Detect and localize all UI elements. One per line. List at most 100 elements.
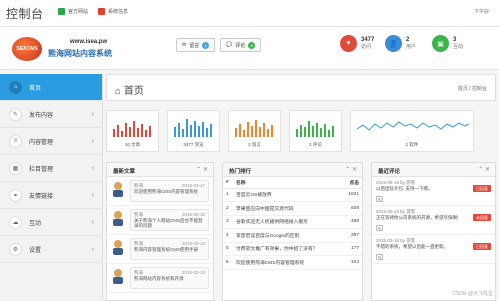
heart-icon: ♥: [340, 35, 357, 52]
list-item[interactable]: 熊海 2015-03-15 熊海网站内容系统和开源: [107, 264, 213, 293]
tile-messages[interactable]: 2 留言: [228, 110, 281, 152]
stat-interactions[interactable]: ▣ 3 互动: [432, 35, 463, 52]
sidebar-item-interaction[interactable]: ☁ 互动 ›: [0, 209, 102, 236]
avatar: [113, 182, 123, 197]
greeting: 下午好: [473, 9, 489, 15]
table-row[interactable]: 4 李彦宏谈百度与Google的区别 397: [223, 228, 362, 243]
stat-visits[interactable]: ♥ 3477 访问: [340, 35, 374, 52]
tile-articles[interactable]: 10 文章: [106, 110, 159, 152]
panel-title: 最新文章: [113, 169, 136, 175]
sidebar-item-publish[interactable]: ✎ 发布内容 ›: [0, 101, 102, 128]
list-item[interactable]: 熊海 2015-03-16 关于熊海个人网站CMS后台不能登录的问题: [107, 206, 213, 235]
envelope-icon: ✉: [182, 42, 187, 48]
sidebar-item-content[interactable]: ≡ 内容管理 ›: [0, 128, 102, 155]
list-item[interactable]: 熊海 2015-03-17 欢迎使用熊海CMS内容管理系统: [107, 177, 213, 206]
site-name: 熊海网站内容系统: [48, 49, 112, 58]
table-row[interactable]: 6 欢迎使用熊海CMS内容管理系统 104: [223, 255, 362, 270]
comments-count: 6: [248, 41, 256, 49]
edit-icon[interactable]: ✎: [376, 196, 383, 202]
official-site-label: 官方网站: [68, 9, 89, 15]
sidebar-item-columns[interactable]: ▦ 栏目管理 ›: [0, 155, 102, 182]
link-icon: ⚭: [9, 188, 22, 202]
panel-title: 热门排行: [229, 169, 252, 175]
official-site-link[interactable]: 官方网站: [58, 8, 88, 15]
mini-bar-chart: [296, 121, 334, 137]
article-bubble: 熊海 2015-03-16 关于熊海个人网站CMS后台不能登录的问题: [130, 209, 209, 231]
chevron-right-icon: ›: [91, 137, 94, 145]
page-header: ⌂ 首页 首页 / 控制台: [106, 74, 496, 101]
comment-item[interactable]: 2015-03-19 by 游客 正在等待你公司系统的开源，希望尽快啊! ✎ 未…: [372, 206, 495, 235]
chevron-right-icon: ›: [91, 245, 94, 253]
chevron-right-icon: ›: [91, 191, 94, 199]
table-row[interactable]: 1 百度云OS被放弃 1031: [223, 188, 362, 202]
comment-icon: 💬: [226, 42, 233, 48]
breadcrumb[interactable]: 首页 / 控制台: [458, 85, 487, 92]
messages-button[interactable]: ✉ 留言 1: [176, 38, 216, 52]
site-logo[interactable]: SEACMS: [12, 37, 42, 61]
tile-views[interactable]: 3477 浏览: [167, 110, 220, 152]
stat-tiles: 10 文章 3477 浏览 2 留言 2 评论 1 软件: [106, 110, 499, 156]
status-badge: 已回复: [473, 243, 491, 250]
latest-articles-panel: 最新文章 ⌃ ✕ 熊海 2015-03-17 欢迎使用熊海CMS内容管理系统 熊海…: [106, 162, 214, 301]
watermark: CSDN @大飞先生: [452, 291, 493, 297]
comment-item[interactable]: 2015-03-19 by 游客 不错的系统，希望以后能一直更新。 ✎ 已回复: [372, 235, 495, 264]
chevron-right-icon: ›: [91, 164, 94, 172]
chat-icon: ☁: [9, 215, 22, 229]
site-url: www.isea.pw: [70, 39, 108, 45]
status-badge: 已回复: [473, 185, 491, 192]
article-bubble: 熊海 2015-03-17 欢迎使用熊海CMS内容管理系统: [130, 180, 209, 202]
pencil-icon: ✎: [9, 107, 22, 121]
panel-title: 最近评论: [378, 169, 401, 175]
chat-icon: ▣: [432, 35, 449, 52]
avatar: [113, 211, 123, 226]
gear-icon: ⚙: [9, 242, 22, 256]
sidebar-item-links[interactable]: ⚭ 友情链接 ›: [0, 182, 102, 209]
system-info-label: 系统信息: [108, 9, 129, 15]
home-icon: ⌂: [9, 80, 22, 94]
page-title: ⌂ 首页: [115, 86, 144, 97]
panel-header: 最新文章 ⌃ ✕: [107, 163, 213, 177]
collapse-icon[interactable]: ⌃ ✕: [196, 166, 208, 173]
top-bar: 控制台 官方网站 系统信息 下午好: [0, 0, 499, 27]
info-icon: [98, 8, 105, 15]
tile-software[interactable]: 1 软件: [350, 110, 474, 152]
main-content: ⌂ 首页 首页 / 控制台 10 文章 3477 浏览 2 留言 2 评论 1 …: [106, 74, 499, 301]
hot-table: # 名称 点击 1 百度云OS被放弃 1031 2 苹果回应向中国提交源代码 609 3…: [223, 177, 362, 270]
console-title: 控制台: [6, 7, 44, 21]
collapse-icon[interactable]: ⌃ ✕: [478, 166, 490, 173]
collapse-icon[interactable]: ⌃ ✕: [345, 166, 357, 173]
chevron-right-icon: ›: [91, 110, 94, 118]
edit-icon[interactable]: ✎: [376, 225, 383, 231]
mini-bar-chart: [174, 119, 212, 137]
panel-header: 热门排行 ⌃ ✕: [223, 163, 362, 177]
mini-bar-chart: [235, 120, 273, 137]
hot-ranking-panel: 热门排行 ⌃ ✕ # 名称 点击 1 百度云OS被放弃 1031 2 苹果回应向中国提…: [222, 162, 363, 301]
recent-comments-panel: 最近评论 ⌃ ✕ 2015-03-19 by 游客 以后团队外包, 支持一下啊。…: [371, 162, 496, 301]
avatar: [113, 269, 123, 284]
comments-button[interactable]: 💬 评论 6: [220, 38, 262, 52]
edit-icon[interactable]: ✎: [376, 254, 383, 260]
table-row[interactable]: 3 谷歌欢迎无人机播供网络接入服务 488: [223, 215, 362, 229]
sidebar: ⌂ 首页 ✎ 发布内容 › ≡ 内容管理 › ▦ 栏目管理 › ⚭ 友情链接 ›…: [0, 74, 103, 301]
list-icon: ≡: [9, 134, 22, 148]
sidebar-item-settings[interactable]: ⚙ 设置 ›: [0, 236, 102, 263]
comment-item[interactable]: 2015-03-19 by 游客 以后团队外包, 支持一下啊。 ✎ 已回复: [372, 177, 495, 206]
chevron-right-icon: ›: [91, 218, 94, 226]
mini-bar-chart: [113, 121, 151, 137]
sidebar-item-home[interactable]: ⌂ 首页: [0, 74, 102, 101]
article-bubble: 熊海 2015-03-15 熊海网站内容系统和开源: [130, 267, 209, 289]
panel-header: 最近评论 ⌃ ✕: [372, 163, 495, 177]
list-item[interactable]: 熊海 2015-03-16 熊海内容管理系统CMS使用手册: [107, 235, 213, 264]
table-row[interactable]: 2 苹果回应向中国提交源代码 609: [223, 201, 362, 216]
stat-users[interactable]: 👤 2 用户: [385, 35, 416, 52]
status-badge: 未回复: [473, 214, 491, 221]
globe-icon: [58, 8, 65, 15]
avatar: [113, 240, 123, 255]
system-info-link[interactable]: 系统信息: [98, 8, 128, 15]
table-row[interactable]: 5 付费软文推广有效果，你中招了没有？ 177: [223, 242, 362, 256]
grid-icon: ▦: [9, 161, 22, 175]
messages-count: 1: [202, 41, 210, 49]
mini-line-chart: [356, 121, 470, 131]
tile-comments[interactable]: 2 评论: [289, 110, 342, 152]
user-icon: 👤: [385, 35, 402, 52]
